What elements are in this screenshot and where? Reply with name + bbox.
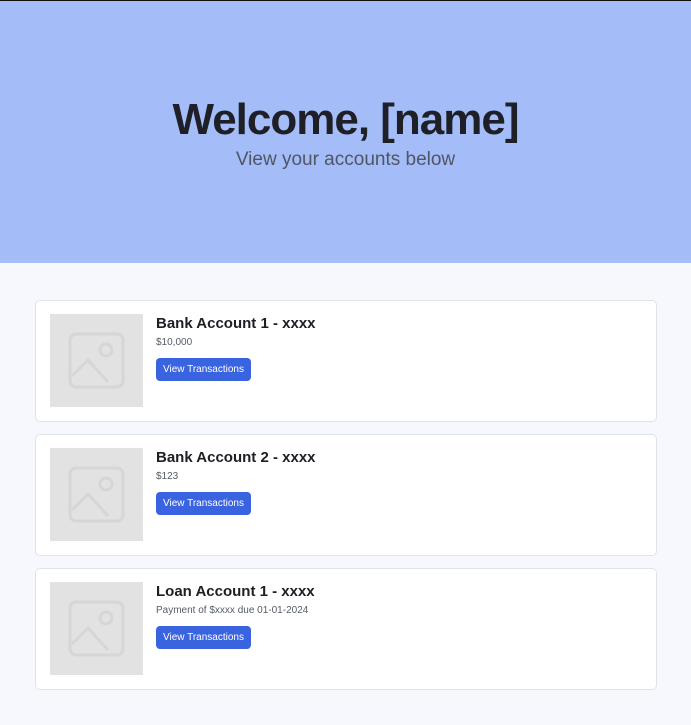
page-subtitle: View your accounts below [235,149,456,170]
view-transactions-button[interactable]: View Transactions [156,358,251,381]
account-title: Loan Account 1 - xxxx [156,583,315,600]
view-transactions-button[interactable]: View Transactions [156,626,251,649]
account-image-placeholder [50,582,143,675]
account-image-placeholder [50,314,143,407]
image-placeholder-icon [68,600,125,657]
image-placeholder-icon [68,466,125,523]
image-placeholder-icon [68,332,125,389]
account-title: Bank Account 2 - xxxx [156,449,316,466]
page-title: Welcome, [name] [172,95,519,144]
account-balance: $123 [156,471,179,482]
account-image-placeholder [50,448,143,541]
welcome-hero: Welcome, [name] View your accounts below [0,1,691,263]
account-title: Bank Account 1 - xxxx [156,315,316,332]
account-card: Loan Account 1 - xxxx Payment of $xxxx d… [35,568,657,690]
account-card: Bank Account 1 - xxxx $10,000 View Trans… [35,300,657,422]
view-transactions-button[interactable]: View Transactions [156,492,251,515]
account-card: Bank Account 2 - xxxx $123 View Transact… [35,434,657,556]
loan-payment-detail: Payment of $xxxx due 01-01-2024 [156,605,309,616]
account-balance: $10,000 [156,337,193,348]
